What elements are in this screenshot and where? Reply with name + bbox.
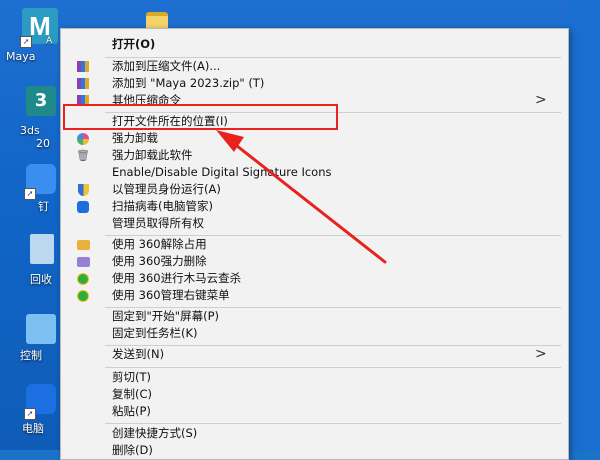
control-panel-icon: [26, 314, 56, 344]
highlight-box: [63, 104, 338, 130]
menu-item-label: 添加到 "Maya 2023.zip" (T): [112, 76, 265, 90]
menu-item-label: 创建快捷方式(S): [112, 426, 198, 440]
menu-item-label: 粘贴(P): [112, 404, 151, 418]
menu-item-label: Enable/Disable Digital Signature Icons: [112, 165, 332, 179]
winrar-icon: [76, 60, 90, 73]
chevron-right-icon: >: [535, 346, 547, 362]
menu-item-label: 添加到压缩文件(A)...: [112, 59, 221, 73]
menu-item-label: 使用 360解除占用: [112, 237, 207, 251]
menu-item-delete[interactable]: 删除(D): [61, 442, 568, 459]
winrar-icon: [76, 77, 90, 90]
menu-item-label: 以管理员身份运行(A): [112, 182, 221, 196]
desktop-icon-label: 控制: [20, 349, 42, 362]
desktop-icon-label: 电脑: [22, 422, 44, 435]
menu-item-360-scan[interactable]: 使用 360进行木马云查杀: [61, 270, 568, 287]
shortcut-arrow-icon: ➚: [24, 408, 36, 420]
menu-item-run-as-admin[interactable]: 以管理员身份运行(A): [61, 181, 568, 198]
menu-item-copy[interactable]: 复制(C): [61, 386, 568, 403]
menu-item-scan-virus[interactable]: 扫描病毒(电脑管家): [61, 198, 568, 215]
menu-item-pin-taskbar[interactable]: 固定到任务栏(K): [61, 325, 568, 342]
menu-item-send-to[interactable]: 发送到(N) >: [61, 346, 568, 363]
desktop-icon-label: Maya: [6, 50, 36, 63]
menu-item-label: 固定到任务栏(K): [112, 326, 198, 340]
menu-item-paste[interactable]: 粘贴(P): [61, 403, 568, 420]
menu-separator: [105, 367, 561, 368]
3ds-max-icon: 3: [26, 86, 56, 116]
menu-item-open[interactable]: 打开(O): [61, 36, 568, 53]
menu-item-cut[interactable]: 剪切(T): [61, 369, 568, 386]
uac-shield-icon: [76, 183, 90, 196]
menu-item-pin-start[interactable]: 固定到"开始"屏幕(P): [61, 308, 568, 325]
desktop-icon-badge: A: [46, 36, 53, 46]
menu-item-label: 复制(C): [112, 387, 153, 401]
360-unlock-icon: [76, 238, 90, 251]
menu-item-label: 使用 360进行木马云查杀: [112, 271, 242, 285]
menu-item-label: 发送到(N): [112, 347, 165, 361]
menu-separator: [105, 423, 561, 424]
menu-item-label: 使用 360强力删除: [112, 254, 207, 268]
menu-item-add-zip[interactable]: 添加到 "Maya 2023.zip" (T): [61, 75, 568, 92]
360-menu-icon: [76, 289, 90, 302]
menu-item-take-ownership[interactable]: 管理员取得所有权: [61, 215, 568, 232]
menu-item-create-shortcut[interactable]: 创建快捷方式(S): [61, 425, 568, 442]
trash-icon: 🗑: [76, 149, 90, 162]
shortcut-arrow-icon: ➚: [20, 36, 32, 48]
menu-item-label: 强力卸载此软件: [112, 148, 193, 162]
pinwheel-icon: [76, 132, 90, 145]
menu-item-360-menu[interactable]: 使用 360管理右键菜单: [61, 287, 568, 304]
desktop-icon-label: 回收: [30, 273, 52, 286]
menu-item-force-uninstall-software[interactable]: 🗑 强力卸载此软件: [61, 147, 568, 164]
menu-item-add-archive[interactable]: 添加到压缩文件(A)...: [61, 58, 568, 75]
shortcut-arrow-icon: ➚: [24, 188, 36, 200]
menu-item-label: 剪切(T): [112, 370, 151, 384]
desktop-background-right: [567, 0, 600, 450]
menu-item-label: 管理员取得所有权: [112, 216, 204, 230]
menu-item-label: 固定到"开始"屏幕(P): [112, 309, 219, 323]
menu-item-label: 删除(D): [112, 443, 153, 457]
menu-item-force-uninstall[interactable]: 强力卸载: [61, 130, 568, 147]
menu-item-label: 扫描病毒(电脑管家): [112, 199, 213, 213]
360-scan-icon: [76, 272, 90, 285]
menu-item-360-unlock[interactable]: 使用 360解除占用: [61, 236, 568, 253]
menu-item-360-delete[interactable]: 使用 360强力删除: [61, 253, 568, 270]
menu-item-digital-signature[interactable]: Enable/Disable Digital Signature Icons: [61, 164, 568, 181]
desktop-icon-sublabel: 20: [36, 137, 50, 150]
360-delete-icon: [76, 255, 90, 268]
desktop-icon-label: 钉: [38, 200, 49, 213]
menu-item-label: 打开(O): [112, 37, 156, 51]
menu-item-label: 使用 360管理右键菜单: [112, 288, 230, 302]
chevron-right-icon: >: [535, 92, 547, 108]
menu-item-label: 强力卸载: [112, 131, 158, 145]
desktop-icon-label: 3ds: [20, 124, 40, 137]
context-menu: 打开(O) 添加到压缩文件(A)... 添加到 "Maya 2023.zip" …: [60, 28, 569, 460]
guard-shield-icon: [76, 200, 90, 213]
recycle-bin-icon: [30, 234, 54, 264]
